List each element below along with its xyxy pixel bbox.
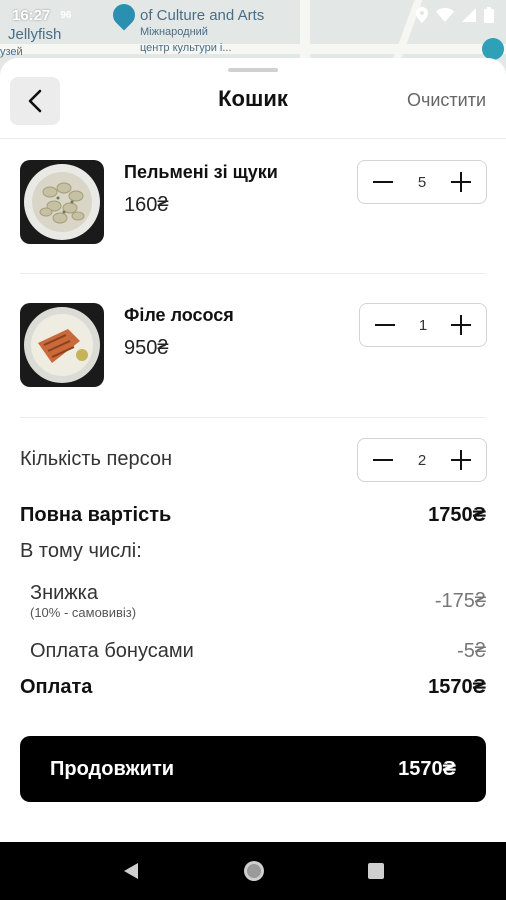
map-label-center2: центр культури і... bbox=[140, 42, 232, 54]
system-navigation-bar bbox=[0, 842, 506, 900]
persons-label: Кількість персон bbox=[20, 448, 172, 470]
cart-sheet: Кошик Очистити Пельмені зі щуки 160₴ 5 Ф… bbox=[0, 58, 506, 842]
quantity-stepper: 5 bbox=[357, 160, 487, 204]
payment-value: 1570₴ bbox=[428, 676, 486, 698]
continue-amount: 1570₴ bbox=[398, 757, 456, 780]
notification-icon: 96 bbox=[60, 9, 72, 21]
bonus-row: Оплата бонусами -5₴ bbox=[30, 640, 486, 663]
discount-row: Знижка (10% - самовивіз) -175₴ bbox=[30, 582, 486, 620]
sheet-drag-handle[interactable] bbox=[228, 68, 278, 72]
back-nav-icon[interactable] bbox=[121, 861, 141, 881]
decrease-quantity-button[interactable] bbox=[374, 314, 396, 336]
wifi-icon bbox=[436, 8, 454, 22]
cart-header: Кошик Очистити bbox=[0, 76, 506, 136]
quantity-value: 5 bbox=[417, 173, 427, 191]
product-name: Філе лосося bbox=[124, 305, 234, 325]
discount-label: Знижка bbox=[30, 582, 98, 604]
item-divider bbox=[20, 417, 486, 418]
bonus-label: Оплата бонусами bbox=[30, 640, 194, 662]
home-nav-icon[interactable] bbox=[242, 859, 266, 883]
discount-value: -175₴ bbox=[434, 589, 486, 612]
increase-persons-button[interactable] bbox=[450, 449, 472, 471]
product-price: 160₴ bbox=[124, 194, 169, 216]
signal-icon bbox=[462, 8, 476, 22]
cart-item: Пельмені зі щуки 160₴ 5 bbox=[0, 160, 506, 260]
increase-quantity-button[interactable] bbox=[450, 171, 472, 193]
item-divider bbox=[20, 273, 486, 274]
cart-item: Філе лосося 950₴ 1 bbox=[0, 303, 506, 403]
map-label-muzei: узей bbox=[0, 46, 23, 58]
total-value: 1750₴ bbox=[428, 504, 486, 526]
location-icon bbox=[416, 7, 428, 23]
product-price: 950₴ bbox=[124, 337, 169, 359]
payment-label: Оплата bbox=[20, 676, 93, 698]
bonus-value: -5₴ bbox=[457, 640, 486, 662]
persons-stepper: 2 bbox=[357, 438, 487, 482]
payment-row: Оплата 1570₴ bbox=[20, 676, 486, 699]
status-bar: 16:27 96 bbox=[0, 0, 506, 30]
map-pin-icon[interactable] bbox=[482, 38, 504, 60]
continue-label: Продовжити bbox=[50, 757, 175, 780]
quantity-value: 1 bbox=[418, 316, 428, 334]
decrease-persons-button[interactable] bbox=[372, 449, 394, 471]
persons-value: 2 bbox=[417, 451, 427, 469]
increase-quantity-button[interactable] bbox=[450, 314, 472, 336]
including-row: В тому числі: bbox=[20, 540, 486, 563]
recents-nav-icon[interactable] bbox=[367, 862, 385, 880]
product-name: Пельмені зі щуки bbox=[124, 162, 278, 182]
continue-button[interactable]: Продовжити 1570₴ bbox=[20, 736, 486, 802]
quantity-stepper: 1 bbox=[359, 303, 487, 347]
total-label: Повна вартість bbox=[20, 504, 172, 526]
battery-icon bbox=[484, 7, 494, 23]
product-image-dumplings bbox=[20, 160, 104, 244]
header-divider bbox=[0, 138, 506, 139]
including-label: В тому числі: bbox=[20, 540, 142, 562]
decrease-quantity-button[interactable] bbox=[372, 171, 394, 193]
discount-note: (10% - самовивіз) bbox=[30, 605, 137, 620]
product-image-salmon bbox=[20, 303, 104, 387]
status-time: 16:27 bbox=[12, 6, 51, 24]
clear-cart-button[interactable]: Очистити bbox=[407, 90, 486, 111]
total-row: Повна вартість 1750₴ bbox=[20, 504, 486, 527]
